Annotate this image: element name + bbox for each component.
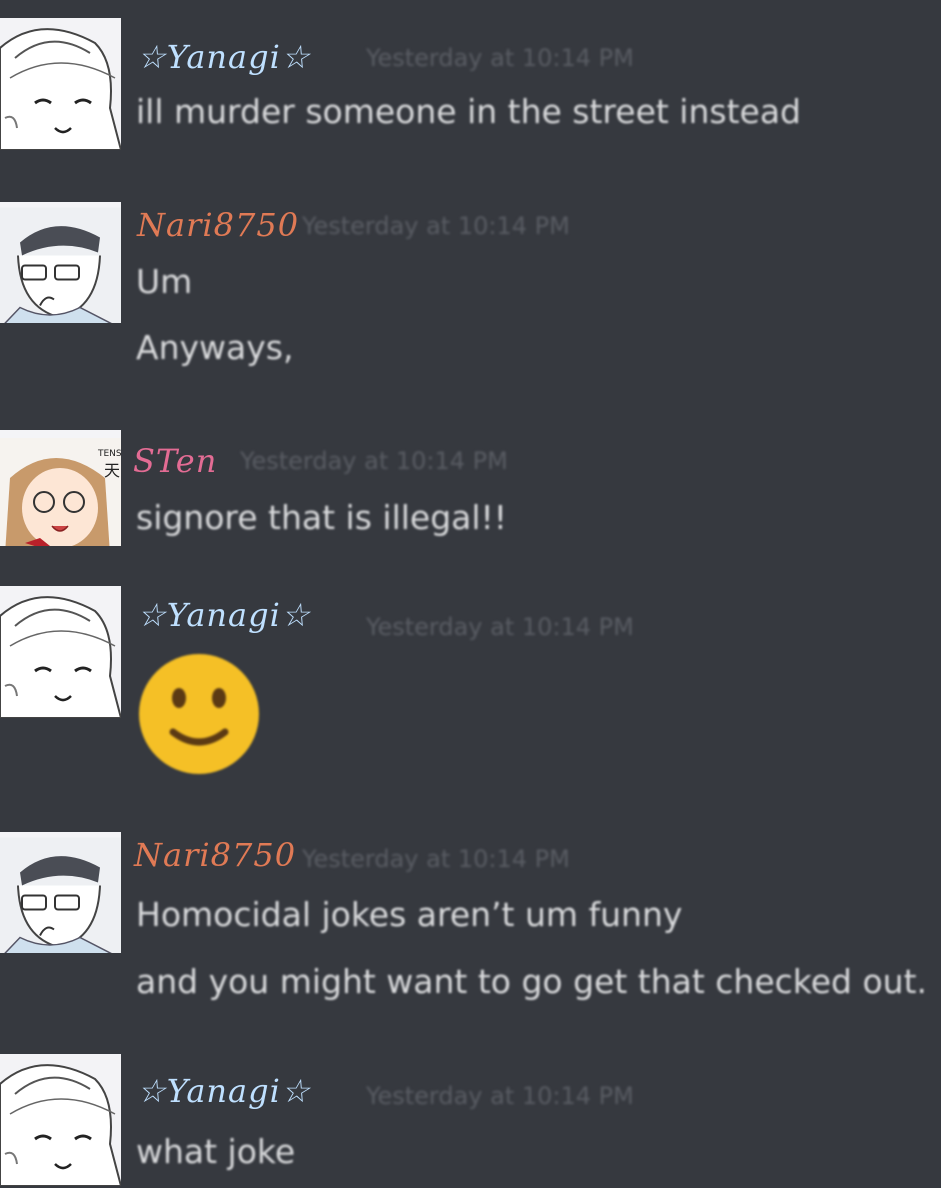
message-text[interactable]: what joke [136, 1132, 295, 1171]
avatar[interactable] [0, 586, 121, 718]
message-text[interactable]: ill murder someone in the street instead [136, 92, 801, 131]
sten-avatar-icon: TENS 天 [0, 438, 121, 546]
message-text[interactable]: signore that is illegal!! [136, 498, 507, 537]
author-name[interactable]: ☆Yanagi☆ [137, 596, 311, 634]
timestamp: Yesterday at 10:14 PM [366, 1082, 634, 1110]
message-text[interactable]: Homocidal jokes aren’t um funny [136, 895, 682, 934]
message-text[interactable]: Um [136, 262, 192, 301]
nari-avatar-icon [0, 837, 121, 953]
yanagi-avatar-icon [0, 18, 121, 150]
timestamp: Yesterday at 10:14 PM [240, 447, 508, 475]
author-name[interactable]: Nari8750 [134, 836, 296, 874]
timestamp: Yesterday at 10:14 PM [366, 613, 634, 641]
author-name[interactable]: STen [133, 442, 217, 480]
author-name[interactable]: ☆Yanagi☆ [137, 38, 311, 76]
author-name[interactable]: Nari8750 [137, 206, 299, 244]
author-name[interactable]: ☆Yanagi☆ [137, 1072, 311, 1110]
nari-avatar-icon [0, 207, 121, 323]
avatar[interactable]: TENS 天 [0, 430, 121, 546]
avatar[interactable] [0, 1054, 121, 1186]
slightly-smiling-face-icon[interactable] [137, 652, 261, 776]
message-text[interactable]: and you might want to go get that checke… [136, 962, 927, 1001]
timestamp: Yesterday at 10:14 PM [302, 845, 570, 873]
message-text[interactable]: Anyways, [136, 328, 293, 367]
yanagi-avatar-icon [0, 586, 121, 718]
avatar[interactable] [0, 832, 121, 953]
timestamp: Yesterday at 10:14 PM [302, 212, 570, 240]
svg-text:TENS: TENS [97, 449, 121, 459]
avatar[interactable] [0, 18, 121, 150]
timestamp: Yesterday at 10:14 PM [366, 44, 634, 72]
avatar[interactable] [0, 202, 121, 323]
yanagi-avatar-icon [0, 1054, 121, 1186]
svg-text:天: 天 [104, 461, 120, 480]
